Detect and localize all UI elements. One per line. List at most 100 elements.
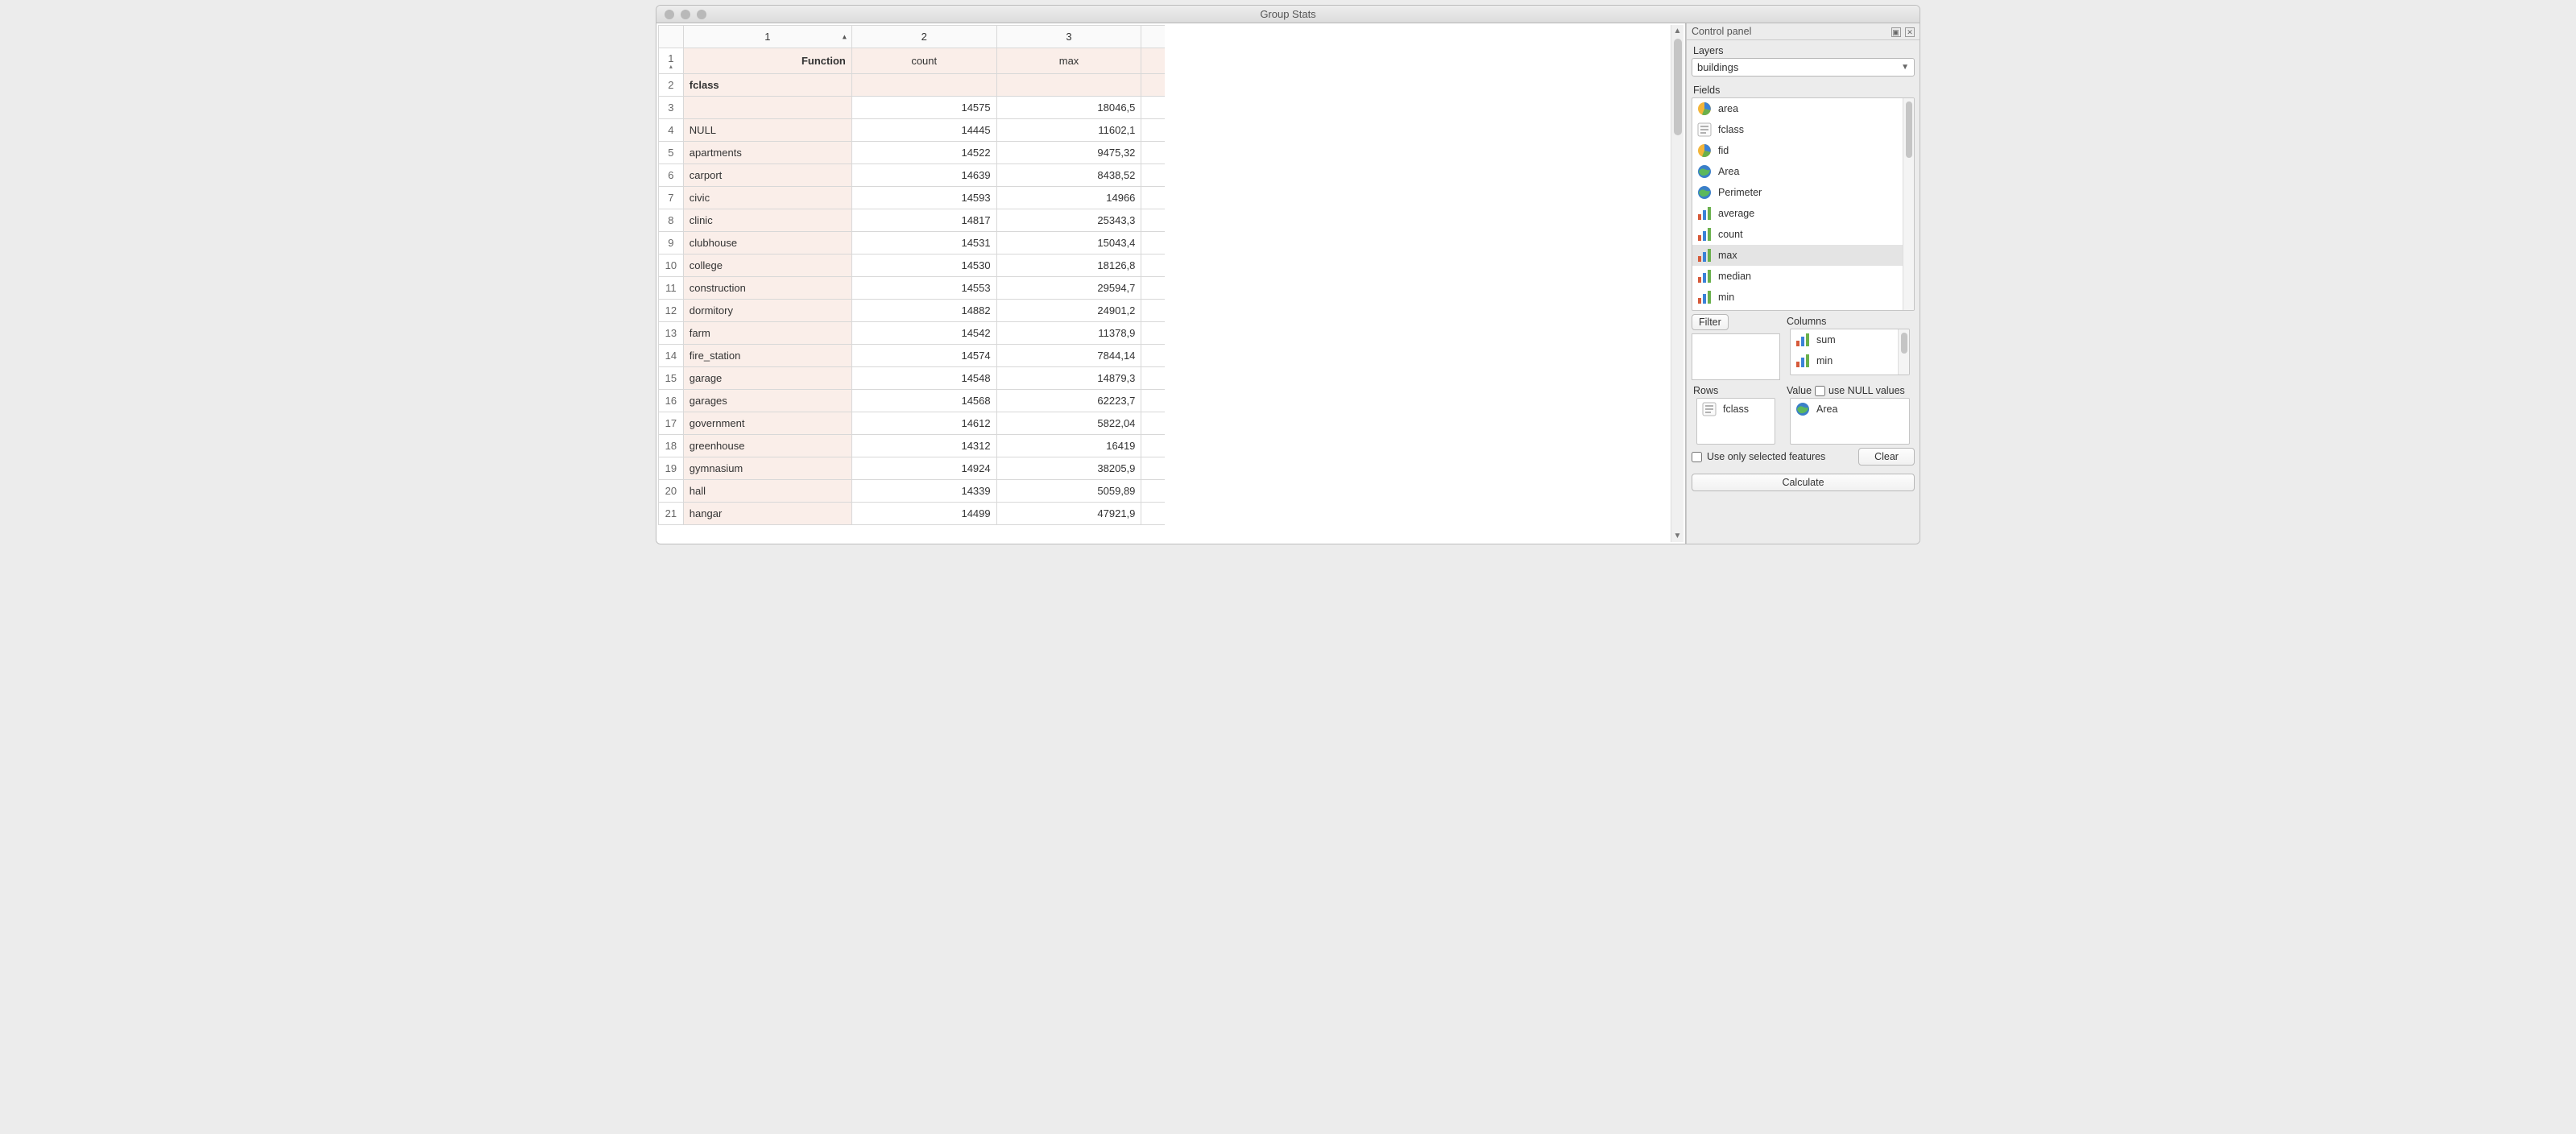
list-item[interactable]: stand.dev.: [1692, 308, 1903, 310]
list-item[interactable]: min: [1791, 350, 1898, 371]
list-item[interactable]: fclass: [1697, 399, 1775, 420]
row-label: greenhouse: [683, 435, 851, 457]
list-item[interactable]: max: [1692, 245, 1903, 266]
list-item[interactable]: area: [1692, 98, 1903, 119]
columns-scrollbar[interactable]: [1898, 329, 1909, 375]
scroll-thumb[interactable]: [1906, 101, 1912, 158]
results-table[interactable]: 1▴ 2 3 4 5 1▴ Function count max: [658, 25, 1165, 525]
close-panel-icon[interactable]: ✕: [1905, 27, 1915, 37]
table-row[interactable]: 21hangar1449947921,90,716084869221: [659, 503, 1165, 525]
row-num[interactable]: 19: [659, 457, 684, 480]
row-num[interactable]: 13: [659, 322, 684, 345]
scroll-down-icon[interactable]: ▼: [1674, 532, 1682, 540]
col-header-2[interactable]: 2: [851, 26, 996, 48]
list-item-label: Perimeter: [1718, 187, 1762, 198]
sort-indicator-icon[interactable]: ▴: [843, 32, 847, 41]
list-item[interactable]: min: [1692, 287, 1903, 308]
cell-count: 14574: [851, 345, 996, 367]
row-num[interactable]: 12: [659, 300, 684, 322]
table-row[interactable]: 19gymnasium1492438205,90,764717884405: [659, 457, 1165, 480]
table-row[interactable]: 18greenhouse14312164190,220406820563: [659, 435, 1165, 457]
clear-button[interactable]: Clear: [1858, 448, 1915, 466]
list-item[interactable]: median: [1692, 266, 1903, 287]
table-row[interactable]: 31457518046,50,847432823778: [659, 97, 1165, 119]
list-item[interactable]: average: [1692, 203, 1903, 224]
value-listbox[interactable]: Area: [1790, 398, 1910, 445]
list-item[interactable]: count: [1692, 224, 1903, 245]
table-row[interactable]: 15garage1454814879,31,26671818288: [659, 367, 1165, 390]
scroll-thumb[interactable]: [1674, 39, 1682, 135]
control-panel: Control panel ▣ ✕ Layers buildings ▼ Fie…: [1686, 23, 1920, 544]
cell-count: 14531: [851, 232, 996, 255]
cell-max: 24901,2: [996, 300, 1141, 322]
row-num[interactable]: 5: [659, 142, 684, 164]
list-item[interactable]: Area: [1692, 161, 1903, 182]
table-row[interactable]: 7civic14593149660,956666824291: [659, 187, 1165, 209]
layers-value: buildings: [1697, 61, 1738, 73]
row-num[interactable]: 3: [659, 97, 684, 119]
table-row[interactable]: 12dormitory1488224901,20,938203887251: [659, 300, 1165, 322]
table-row[interactable]: 9clubhouse1453115043,41,27634844453: [659, 232, 1165, 255]
scroll-up-icon[interactable]: ▲: [1674, 27, 1682, 35]
row-num[interactable]: 2: [659, 74, 684, 97]
list-item[interactable]: fid: [1692, 140, 1903, 161]
row-num[interactable]: 15: [659, 367, 684, 390]
table-row[interactable]: 5apartments145229475,321,13389834126: [659, 142, 1165, 164]
table-row[interactable]: 4NULL1444511602,11,43352771440: [659, 119, 1165, 142]
row-num[interactable]: 4: [659, 119, 684, 142]
filter-input[interactable]: [1692, 333, 1780, 380]
table-row[interactable]: 20hall143395059,891,38492784198: [659, 480, 1165, 503]
cell-count: 14530: [851, 255, 996, 277]
list-item[interactable]: Perimeter: [1692, 182, 1903, 203]
table-row[interactable]: 10college1453018126,81,10069835421: [659, 255, 1165, 277]
fields-scrollbar[interactable]: [1903, 98, 1914, 310]
table-scrollbar-v[interactable]: ▲ ▼: [1671, 25, 1684, 542]
fields-listbox[interactable]: areafclassfidArea Perimeter averagecountma…: [1692, 97, 1915, 311]
list-item[interactable]: max: [1791, 371, 1898, 375]
titlebar[interactable]: Group Stats: [656, 6, 1920, 23]
columns-listbox[interactable]: summinmax: [1790, 329, 1910, 375]
layers-combo[interactable]: buildings ▼: [1692, 58, 1915, 77]
table-row[interactable]: 6carport146398438,520,729599820656: [659, 164, 1165, 187]
list-item[interactable]: Area: [1791, 399, 1909, 420]
col-header-1[interactable]: 1▴: [683, 26, 851, 48]
table-row[interactable]: 8clinic1481725343,30,202493838602: [659, 209, 1165, 232]
row-num[interactable]: 7: [659, 187, 684, 209]
list-item[interactable]: sum: [1791, 329, 1898, 350]
table-row[interactable]: 13farm1454211378,91,49756814446: [659, 322, 1165, 345]
row-num[interactable]: 6: [659, 164, 684, 187]
col-header-4[interactable]: 4: [1141, 26, 1165, 48]
table-row[interactable]: 17government146125822,040,475224805739: [659, 412, 1165, 435]
row-num[interactable]: 14: [659, 345, 684, 367]
row-num[interactable]: 21: [659, 503, 684, 525]
text-icon: [1702, 402, 1717, 416]
row-num[interactable]: 18: [659, 435, 684, 457]
list-item[interactable]: fclass: [1692, 119, 1903, 140]
row-label: [683, 97, 851, 119]
row-num[interactable]: 16: [659, 390, 684, 412]
row-num[interactable]: 8: [659, 209, 684, 232]
filter-button[interactable]: Filter: [1692, 314, 1729, 330]
use-null-checkbox[interactable]: [1815, 386, 1825, 396]
cell-min: 0,610202: [1141, 277, 1165, 300]
pie-icon: [1697, 143, 1712, 158]
row-num[interactable]: 17: [659, 412, 684, 435]
undock-icon[interactable]: ▣: [1891, 27, 1901, 37]
cell-count: 14924: [851, 457, 996, 480]
col-header-3[interactable]: 3: [996, 26, 1141, 48]
table-corner[interactable]: [659, 26, 684, 48]
calculate-button[interactable]: Calculate: [1692, 474, 1915, 491]
use-only-selected-checkbox[interactable]: [1692, 452, 1702, 462]
table-row[interactable]: 14fire_station145747844,140,210739786800: [659, 345, 1165, 367]
cell-count: 14312: [851, 435, 996, 457]
rows-listbox[interactable]: fclass: [1696, 398, 1775, 445]
row-num[interactable]: 9: [659, 232, 684, 255]
table-row[interactable]: 16garages1456862223,70,0597786890649: [659, 390, 1165, 412]
row-num[interactable]: 20: [659, 480, 684, 503]
cell-min: 1,13389: [1141, 142, 1165, 164]
row-num[interactable]: 11: [659, 277, 684, 300]
row-num[interactable]: 10: [659, 255, 684, 277]
cell-count: 14522: [851, 142, 996, 164]
table-row[interactable]: 11construction1455329594,70,610202869142: [659, 277, 1165, 300]
row-num[interactable]: 1▴: [659, 48, 684, 74]
